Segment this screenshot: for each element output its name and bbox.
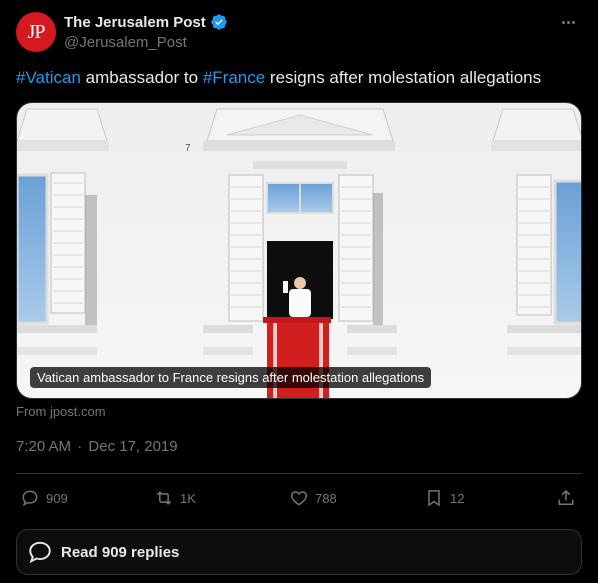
bookmark-button[interactable]: 12 xyxy=(424,482,464,514)
read-replies-button[interactable]: Read 909 replies xyxy=(16,529,582,575)
more-options-icon[interactable] xyxy=(556,12,580,32)
bookmark-icon xyxy=(428,490,440,507)
retweet-count: 1K xyxy=(180,490,196,506)
action-bar: 909 1K 788 12 xyxy=(16,482,582,514)
avatar[interactable]: JP xyxy=(16,12,56,52)
retweet-icon xyxy=(156,491,172,505)
retweet-button[interactable]: 1K xyxy=(154,482,196,514)
chat-bubble-icon xyxy=(29,541,51,564)
timestamp[interactable]: 7:20 AM · Dec 17, 2019 xyxy=(16,438,178,455)
link-card[interactable]: 7 Vatican ambassador to France resigns a… xyxy=(16,102,582,399)
heart-icon xyxy=(290,491,308,506)
tweet-header: JP The Jerusalem Post @Jerusalem_Post xyxy=(16,12,582,56)
svg-text:7: 7 xyxy=(185,143,191,154)
like-count: 788 xyxy=(315,490,337,506)
hashtag-vatican[interactable]: #Vatican xyxy=(16,68,81,87)
share-button[interactable] xyxy=(556,482,576,514)
avatar-logo-text: JP xyxy=(27,20,46,43)
tweet-date: Dec 17, 2019 xyxy=(88,438,178,455)
tweet-text-part: resigns after molestation allegations xyxy=(265,68,542,87)
tweet-text: #Vatican ambassador to #France resigns a… xyxy=(16,67,582,89)
verified-badge-icon xyxy=(211,14,227,30)
tweet-text-part: ambassador to xyxy=(80,68,203,87)
share-icon xyxy=(558,489,574,505)
handle[interactable]: @Jerusalem_Post xyxy=(64,34,228,51)
divider xyxy=(16,473,582,474)
display-name[interactable]: The Jerusalem Post xyxy=(64,14,206,31)
like-button[interactable]: 788 xyxy=(289,482,337,514)
hashtag-france[interactable]: #France xyxy=(203,68,265,87)
reply-button[interactable]: 909 xyxy=(20,482,68,514)
read-replies-label: Read 909 replies xyxy=(61,543,180,561)
author-names: The Jerusalem Post @Jerusalem_Post xyxy=(64,13,228,51)
bookmark-count: 12 xyxy=(450,490,465,506)
separator: · xyxy=(77,438,83,455)
reply-count: 909 xyxy=(46,490,68,506)
reply-icon xyxy=(22,490,38,507)
tweet-time: 7:20 AM xyxy=(16,438,72,455)
link-source[interactable]: From jpost.com xyxy=(16,404,106,419)
card-caption: Vatican ambassador to France resigns aft… xyxy=(30,367,432,388)
article-image: 7 xyxy=(17,103,581,398)
